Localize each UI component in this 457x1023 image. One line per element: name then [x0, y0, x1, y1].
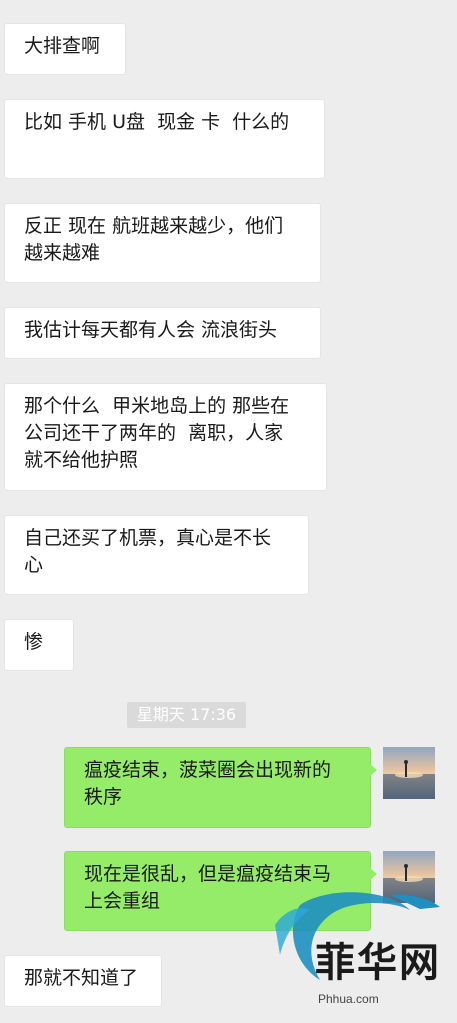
incoming-message[interactable]: 那就不知道了: [4, 955, 162, 1007]
incoming-message[interactable]: 自己还买了机票，真心是不长 心: [4, 515, 309, 595]
beach-sunset-avatar-icon: [383, 747, 435, 799]
incoming-message[interactable]: 反正 现在 航班越来越少，他们 越来越难: [4, 203, 321, 283]
outgoing-message[interactable]: 瘟疫结束，菠菜圈会出现新的 秩序: [64, 747, 377, 828]
incoming-message[interactable]: 我估计每天都有人会 流浪街头: [4, 307, 321, 359]
incoming-message[interactable]: 比如 手机 U盘 现金 卡 什么的: [4, 99, 325, 179]
incoming-message[interactable]: 惨: [4, 619, 74, 671]
incoming-message[interactable]: 那个什么 甲米地岛上的 那些在 公司还干了两年的 离职，人家 就不给他护照: [4, 383, 327, 491]
timestamp-divider: 星期天 17:36: [127, 702, 246, 728]
watermark-url: Phhua.com: [318, 992, 379, 1006]
watermark-brand: 菲华网: [315, 939, 441, 986]
user-avatar[interactable]: [383, 747, 435, 799]
incoming-message[interactable]: 大排查啊: [4, 23, 126, 75]
